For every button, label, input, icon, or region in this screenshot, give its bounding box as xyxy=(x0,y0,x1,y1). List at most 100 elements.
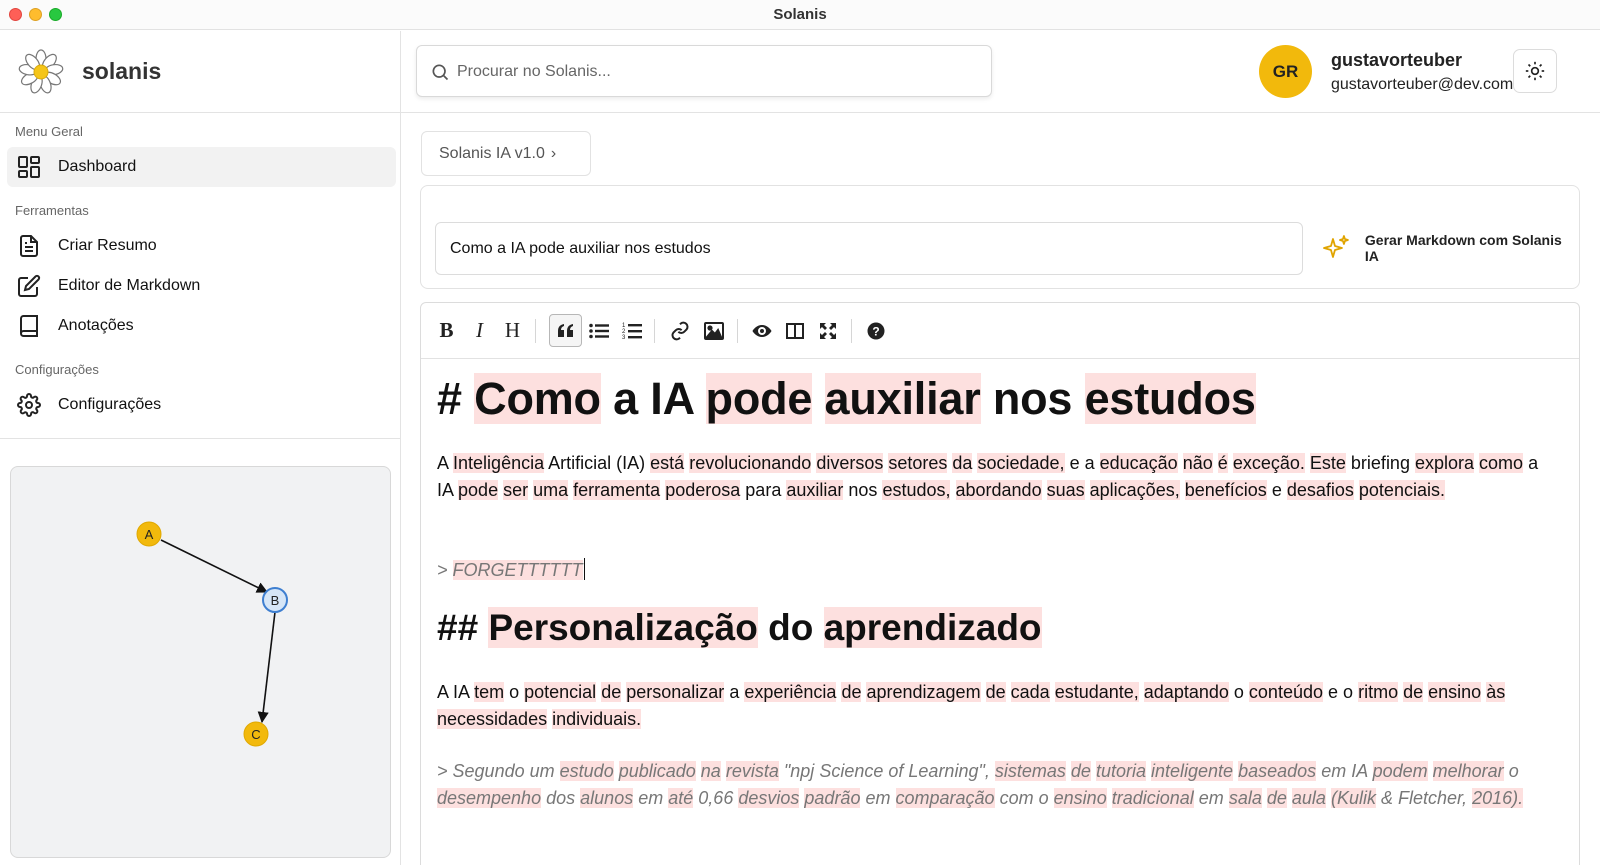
highlighted-word: conteúdo xyxy=(1248,682,1323,702)
highlighted-word: ritmo xyxy=(1358,682,1399,702)
sidebar-item-editor-markdown[interactable]: Editor de Markdown xyxy=(7,266,396,306)
heading-word: a xyxy=(613,373,638,424)
bold-button[interactable]: B xyxy=(430,314,463,347)
word: briefing xyxy=(1350,453,1410,473)
editor-toolbar: B I H 123 ? xyxy=(421,303,1579,359)
word: o xyxy=(509,682,520,702)
highlighted-word: como xyxy=(1479,453,1524,473)
markdown-syntax: > xyxy=(437,560,453,580)
highlighted-word: ensino xyxy=(1428,682,1482,702)
highlighted-word: (Kulik xyxy=(1330,788,1376,808)
word: > xyxy=(437,761,448,781)
word: dos xyxy=(546,788,576,808)
search-icon xyxy=(432,64,449,81)
graph-node-label: C xyxy=(251,727,260,742)
highlighted-word: da xyxy=(952,453,973,473)
user-name: gustavorteuber xyxy=(1331,50,1463,70)
sidebar-item-label: Anotações xyxy=(58,317,134,334)
highlighted-word: sala xyxy=(1228,788,1262,808)
help-icon: ? xyxy=(867,322,884,339)
graph-node-label: A xyxy=(145,527,154,542)
prompt-input[interactable] xyxy=(435,222,1303,275)
highlighted-word: de xyxy=(841,682,862,702)
text-caret xyxy=(583,558,585,580)
heading-button[interactable]: H xyxy=(496,314,529,347)
breadcrumb-label: Solanis IA v1.0 xyxy=(439,144,545,162)
markdown-quote-2[interactable]: > Segundo um estudo publicado na revista… xyxy=(437,758,1547,812)
image-button[interactable] xyxy=(697,314,730,347)
link-button[interactable] xyxy=(663,314,696,347)
italic-button[interactable]: I xyxy=(463,314,496,347)
search-input[interactable] xyxy=(457,59,977,85)
sidebar-item-label: Dashboard xyxy=(58,158,137,175)
guide-button[interactable]: ? xyxy=(859,314,892,347)
preview-button[interactable] xyxy=(745,314,778,347)
sidebar-item-label: Configurações xyxy=(58,396,162,413)
word: Learning", xyxy=(908,761,990,781)
breadcrumb[interactable]: Solanis IA v1.0 › xyxy=(421,131,591,176)
markdown-syntax: ## xyxy=(437,607,489,648)
highlighted-word: inteligente xyxy=(1151,761,1234,781)
word: a xyxy=(1528,453,1539,473)
word: Science xyxy=(819,761,884,781)
highlighted-word: aplicações, xyxy=(1089,480,1180,500)
highlighted-word: até xyxy=(668,788,694,808)
markdown-paragraph-2[interactable]: A IA tem o potencial de personalizar a e… xyxy=(437,679,1557,733)
sidebar-item-dashboard[interactable]: Dashboard xyxy=(7,147,396,187)
highlighted-word: desvios xyxy=(738,788,800,808)
word: o xyxy=(1038,788,1049,808)
node-graph[interactable]: A B C xyxy=(11,467,392,859)
section-label-configuracoes: Configurações xyxy=(15,362,99,377)
word: em xyxy=(865,788,891,808)
highlighted-word: sistemas xyxy=(994,761,1066,781)
word: o xyxy=(1343,682,1354,702)
highlighted-word: de xyxy=(1070,761,1091,781)
toolbar-separator xyxy=(535,319,536,343)
heading-word: Personalização xyxy=(488,607,758,648)
bold-icon: B xyxy=(439,318,454,342)
sidebar-item-configuracoes[interactable]: Configurações xyxy=(7,385,396,425)
side-by-side-button[interactable] xyxy=(778,314,811,347)
markdown-quote-1[interactable]: > FORGETTTTTT xyxy=(437,557,1547,584)
generate-markdown-button[interactable]: Gerar Markdown com Solanis IA xyxy=(1321,226,1579,270)
word: a xyxy=(729,682,740,702)
word: IA xyxy=(453,682,470,702)
search-box[interactable] xyxy=(416,45,992,97)
theme-toggle-button[interactable] xyxy=(1513,49,1557,93)
highlighted-word: experiência xyxy=(744,682,837,702)
highlighted-word: auxiliar xyxy=(786,480,844,500)
markdown-editor: B I H 123 ? # Como a IA pode auxiliar no… xyxy=(420,302,1580,865)
word: Fletcher, xyxy=(1398,788,1468,808)
highlighted-word: personalizar xyxy=(626,682,725,702)
highlighted-word: abordando xyxy=(955,480,1042,500)
avatar[interactable]: GR xyxy=(1259,45,1312,98)
unordered-list-button[interactable] xyxy=(582,314,615,347)
fullscreen-icon xyxy=(819,322,836,339)
markdown-heading-1[interactable]: # Como a IA pode auxiliar nos estudos xyxy=(437,373,1256,425)
quote-button[interactable] xyxy=(549,314,582,347)
highlighted-word: ensino xyxy=(1053,788,1107,808)
markdown-heading-2[interactable]: ## Personalização do aprendizado xyxy=(437,607,1042,649)
sidebar-item-criar-resumo[interactable]: Criar Resumo xyxy=(7,226,396,266)
heading-word: do xyxy=(768,607,814,648)
fullscreen-button[interactable] xyxy=(811,314,844,347)
word: A xyxy=(437,453,449,473)
ordered-list-button[interactable]: 123 xyxy=(615,314,648,347)
highlighted-word: explora xyxy=(1414,453,1475,473)
highlighted-word: não xyxy=(1182,453,1213,473)
word: o xyxy=(1233,682,1244,702)
highlighted-word: baseados xyxy=(1238,761,1317,781)
sidebar-item-anotacoes[interactable]: Anotações xyxy=(7,306,396,346)
sparkles-icon xyxy=(1323,235,1349,258)
markdown-paragraph-1[interactable]: A Inteligência Artificial (IA) está revo… xyxy=(437,450,1557,504)
word: o xyxy=(1508,761,1519,781)
highlighted-word: educação xyxy=(1099,453,1178,473)
highlighted-word: podem xyxy=(1372,761,1428,781)
heading-icon: H xyxy=(504,318,521,342)
sun-icon xyxy=(1525,61,1545,81)
graph-edge-b-c xyxy=(257,611,276,724)
word: em xyxy=(1321,761,1347,781)
graph-panel[interactable]: A B C xyxy=(10,466,391,858)
highlighted-word: ser xyxy=(503,480,529,500)
brand-name: solanis xyxy=(82,58,162,84)
